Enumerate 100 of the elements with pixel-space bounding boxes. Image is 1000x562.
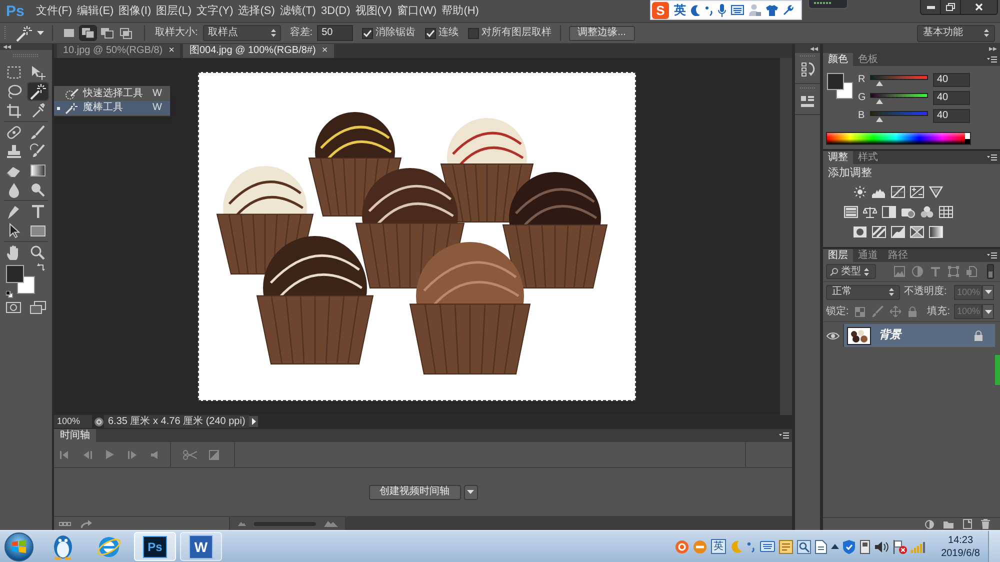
shield-icon[interactable] (843, 540, 856, 554)
gradient-square-icon[interactable] (929, 226, 943, 238)
show-hidden-icons-icon[interactable] (831, 544, 840, 549)
caret-icon[interactable] (984, 310, 992, 314)
clock-time[interactable]: 14:23 (948, 534, 974, 546)
device-icon[interactable] (859, 540, 872, 554)
menu-item[interactable]: 文件(F) (35, 4, 74, 18)
panel-tab[interactable]: 通道 (853, 249, 883, 262)
blend-mode-dropdown[interactable]: 正常 (826, 284, 900, 300)
channel-value-field[interactable]: 40 (933, 73, 970, 87)
caret-icon[interactable] (984, 290, 992, 294)
menu-item[interactable]: 帮助(H) (440, 4, 480, 18)
up-down-arrows-icon[interactable] (864, 268, 869, 276)
filter-dropdown[interactable]: 类型 (826, 264, 876, 279)
collapse-arrows-icon[interactable] (810, 46, 818, 50)
trash-icon[interactable] (981, 519, 990, 529)
keyboard-icon[interactable] (731, 5, 744, 15)
panel-tab[interactable]: 图层 (823, 249, 853, 262)
up-down-arrows-icon[interactable] (270, 29, 276, 37)
panel-tab[interactable]: 路径 (883, 249, 913, 262)
history-icon[interactable] (800, 61, 814, 78)
menu-item[interactable]: 滤镜(T) (278, 4, 317, 18)
workspace-dropdown[interactable]: 基本功能 (917, 24, 995, 42)
channel-value-field[interactable]: 40 (933, 91, 970, 105)
crop-icon[interactable] (4, 102, 24, 119)
dot-square-icon[interactable] (853, 226, 867, 238)
gradient-icon[interactable] (28, 162, 48, 179)
penguin-icon[interactable] (51, 533, 75, 560)
start-button[interactable] (4, 532, 34, 562)
checkbox[interactable] (362, 28, 373, 38)
collapse-arrows-icon[interactable] (3, 45, 11, 49)
intersect-selection-icon[interactable] (118, 26, 134, 40)
stamp-icon[interactable] (4, 143, 24, 160)
menu-item[interactable]: 3D(D) (320, 4, 352, 18)
ime-mode-indicator[interactable]: 英 (711, 539, 726, 554)
curved-arrow-icon[interactable] (81, 520, 92, 528)
menu-item[interactable]: 视图(V) (354, 4, 393, 18)
timeline-dropdown-button[interactable] (464, 484, 478, 500)
panel-tab[interactable]: 色板 (853, 53, 883, 66)
panel-menu-icon[interactable] (987, 252, 997, 259)
default-colors-icon[interactable] (6, 291, 13, 298)
up-down-arrows-icon[interactable] (889, 288, 894, 296)
eye-icon[interactable] (826, 330, 840, 340)
magic-wand-icon[interactable] (28, 83, 48, 100)
bandage-icon[interactable] (4, 124, 24, 141)
document-tab[interactable]: 图004.jpg @ 100%(RGB/8#) × (183, 44, 334, 58)
new-page-icon[interactable] (963, 519, 972, 529)
three-squares-icon[interactable] (59, 522, 71, 526)
moon-icon[interactable] (691, 4, 700, 16)
filter-toggle[interactable] (987, 264, 994, 279)
tab-close[interactable]: × (322, 46, 328, 56)
checker-icon[interactable] (854, 306, 865, 316)
small-mountains-icon[interactable] (238, 521, 246, 526)
checkbox[interactable] (468, 28, 479, 38)
tolerance-field[interactable]: 50 (316, 25, 353, 41)
magnifier-icon[interactable] (797, 540, 812, 554)
logo-tile[interactable]: S (652, 2, 669, 18)
microphone-icon[interactable] (718, 4, 726, 16)
swap-arrow-icon[interactable] (37, 263, 45, 271)
menu-item[interactable]: 图层(L) (155, 4, 193, 18)
no-entry-icon[interactable] (693, 540, 708, 554)
expand-arrows-icon[interactable] (989, 46, 997, 50)
panel-menu-icon[interactable] (987, 56, 997, 63)
layout-icon[interactable] (800, 94, 815, 108)
panel-tab[interactable]: 调整 (823, 151, 853, 164)
wrench-icon[interactable] (783, 4, 794, 16)
taskbar-button[interactable]: W (180, 532, 222, 561)
menu-item[interactable]: 图像(I) (118, 4, 152, 18)
camera-icon[interactable] (900, 206, 914, 218)
document-tab[interactable]: 10.jpg @ 50%(RGB/8) × (57, 44, 180, 58)
up-down-arrows-icon[interactable] (984, 29, 989, 37)
punctuation-icon[interactable] (746, 540, 756, 553)
channel-slider[interactable] (870, 92, 928, 104)
grid-icon[interactable] (938, 206, 952, 218)
new-selection-icon[interactable] (61, 26, 77, 40)
menu-item[interactable]: 窗口(W) (396, 4, 438, 18)
scrollbar-track[interactable] (780, 58, 792, 415)
cross-square-icon[interactable] (910, 226, 924, 238)
panel-menu-icon[interactable] (779, 432, 789, 439)
checkbox[interactable] (424, 28, 436, 38)
caret-icon[interactable] (467, 490, 474, 494)
magic-wand-icon[interactable] (14, 24, 34, 42)
ime-mode-button[interactable]: 英 (674, 4, 686, 16)
clock-date[interactable]: 2019/6/8 (941, 546, 980, 560)
diagonal-stripes-icon[interactable] (872, 226, 886, 238)
striped-square-icon[interactable] (844, 206, 858, 218)
sun-icon[interactable] (853, 186, 867, 198)
color-swatches-icon[interactable] (827, 73, 853, 99)
subtract-selection-icon[interactable] (99, 26, 115, 40)
curve-graph-icon[interactable] (891, 186, 905, 198)
tab-close[interactable]: × (168, 46, 174, 56)
add-selection-icon[interactable] (80, 26, 96, 40)
channel-slider[interactable] (870, 110, 928, 122)
punctuation-icon[interactable] (705, 4, 713, 16)
zoom-level[interactable]: 100% (54, 415, 92, 428)
document-icon[interactable] (815, 540, 828, 554)
panel-tab[interactable]: 时间轴 (54, 429, 96, 442)
user-icon[interactable] (749, 4, 761, 16)
note-icon[interactable] (779, 540, 794, 554)
slope-square-icon[interactable] (891, 226, 905, 238)
